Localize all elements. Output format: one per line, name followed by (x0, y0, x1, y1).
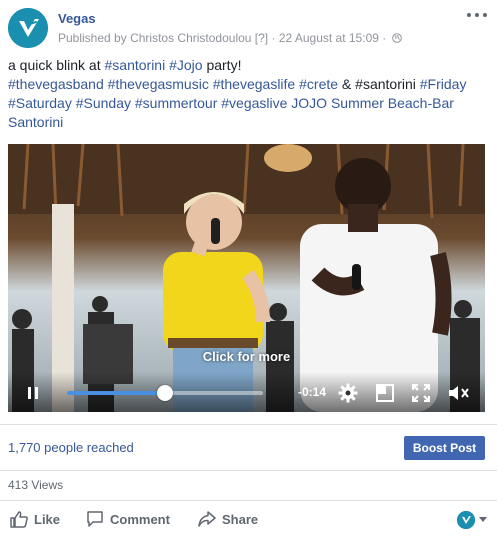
dot-icon (467, 13, 471, 17)
dot-icon (483, 13, 487, 17)
hashtag-link[interactable]: #vegaslive (221, 95, 287, 111)
page-avatar[interactable] (8, 8, 48, 48)
hashtag-link[interactable]: #Friday (420, 76, 467, 92)
hashtag-link[interactable]: #crete (299, 76, 338, 92)
people-reached-link[interactable]: 1,770 people reached (8, 440, 134, 455)
video-progress-handle[interactable] (157, 385, 173, 401)
vegas-logo-icon (8, 8, 48, 48)
post-text-segment: a quick blink at (8, 57, 105, 73)
hashtag-link[interactable]: #summertour (135, 95, 217, 111)
settings-button[interactable] (338, 383, 358, 403)
dot-icon (475, 13, 479, 17)
mute-icon (449, 386, 469, 400)
hashtag-link[interactable]: #Sunday (76, 95, 131, 111)
video-progress-bar[interactable] (67, 385, 263, 401)
video-controls: -0:14 (8, 372, 485, 412)
post-insights-row: 1,770 people reached Boost Post (0, 424, 497, 470)
author-badge[interactable]: [?] (255, 31, 268, 45)
picture-in-picture-icon (376, 384, 394, 402)
click-for-more-overlay[interactable]: Click for more (8, 349, 485, 364)
thumbs-up-icon (10, 511, 28, 528)
hashtag-link[interactable]: #thevegasband (8, 76, 104, 92)
vegas-logo-icon (457, 511, 475, 529)
fullscreen-icon (412, 384, 430, 402)
chevron-down-icon[interactable] (479, 517, 487, 522)
post-as-page-selector[interactable] (457, 511, 475, 529)
fullscreen-button[interactable] (411, 384, 431, 402)
share-label: Share (222, 511, 259, 527)
published-prefix: Published by (58, 31, 127, 45)
mute-button[interactable] (448, 384, 470, 402)
post-meta: Published by Christos Christodoulou [?] … (58, 31, 402, 45)
video-progress-fill (67, 391, 165, 395)
picture-in-picture-button[interactable] (375, 384, 395, 402)
post-actions-bar: Like Comment Share (0, 500, 497, 538)
hashtag-link[interactable]: #santorini (105, 57, 166, 73)
hashtag-link[interactable]: #Jojo (169, 57, 202, 73)
video-time-remaining: -0:14 (298, 385, 327, 399)
post-text: a quick blink at #santorini #Jojo party!… (8, 56, 478, 132)
comment-button[interactable]: Comment (86, 509, 170, 529)
video-player[interactable]: Click for more -0:14 (8, 144, 485, 412)
post-options-button[interactable] (467, 8, 487, 22)
post-timestamp[interactable]: 22 August at 15:09 (279, 31, 379, 45)
hashtag-link[interactable]: #thevegasmusic (108, 76, 209, 92)
boost-post-button[interactable]: Boost Post (404, 436, 485, 460)
pause-icon (28, 387, 38, 399)
post-text-segment: & #santorini (338, 76, 420, 92)
author-link[interactable]: Christos Christodoulou (130, 31, 251, 45)
views-row: 413 Views (0, 470, 497, 500)
like-button[interactable]: Like (10, 509, 60, 529)
hashtag-link[interactable]: #thevegaslife (213, 76, 296, 92)
post-header: Vegas Published by Christos Christodoulo… (8, 8, 489, 48)
meta-separator: · (271, 31, 276, 45)
meta-separator: · (382, 31, 387, 45)
settings-gear-icon (338, 383, 358, 403)
share-arrow-icon (198, 511, 216, 527)
globe-icon[interactable] (391, 33, 402, 43)
view-count[interactable]: 413 Views (8, 478, 63, 492)
like-label: Like (34, 511, 61, 527)
share-button[interactable]: Share (198, 509, 258, 529)
comment-label: Comment (110, 511, 170, 527)
pause-button[interactable] (26, 384, 40, 402)
hashtag-link[interactable]: #Saturday (8, 95, 72, 111)
comment-bubble-icon (87, 511, 103, 527)
post-text-segment: party! (202, 57, 242, 73)
page-name-link[interactable]: Vegas (58, 11, 96, 26)
